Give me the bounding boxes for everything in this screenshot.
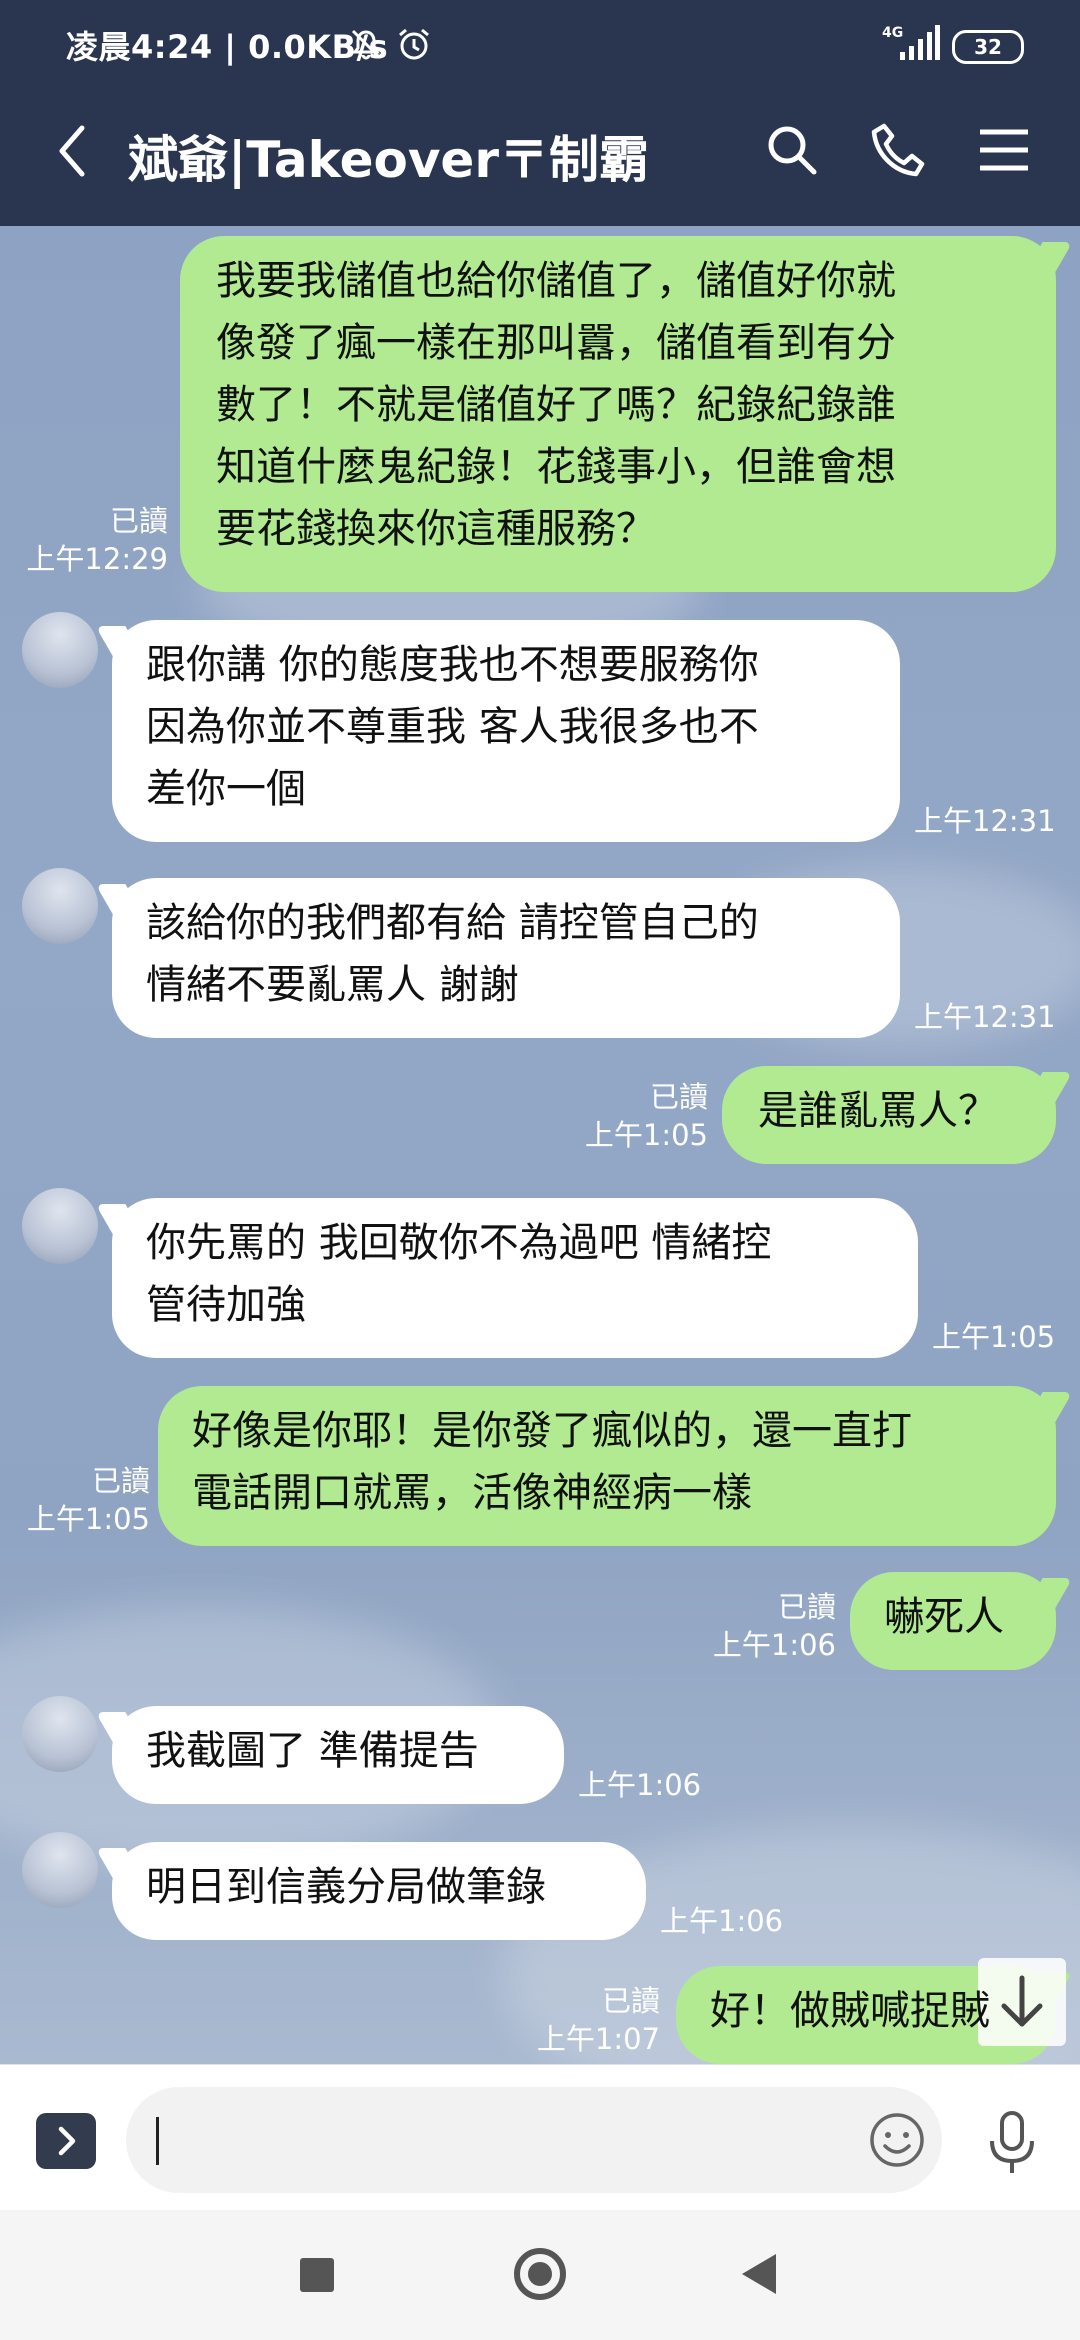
message-line: 明日到信義分局做筆錄 (146, 1864, 546, 1910)
message-bubble-outgoing[interactable]: 是誰亂罵人？ (722, 1066, 1056, 1164)
message-time: 上午12:31 (914, 804, 1056, 838)
message-bubble-incoming[interactable]: 該給你的我們都有給 請控管自己的 情緒不要亂罵人 謝謝 (112, 878, 900, 1038)
message-time: 上午1:06 (578, 1768, 702, 1802)
avatar[interactable] (22, 1696, 98, 1772)
message-time: 上午12:31 (914, 1000, 1056, 1034)
message-line: 是誰亂罵人？ (758, 1088, 998, 1134)
avatar[interactable] (22, 1832, 98, 1908)
message-bubble-outgoing[interactable]: 好！做賊喊捉賊 (676, 1966, 1056, 2064)
chat-header: 斌爺|Takeover〒制霸 (0, 76, 1080, 226)
message-meta: 已讀 上午1:05 (27, 1462, 150, 1538)
read-receipt: 已讀 (601, 1984, 660, 2018)
message-line: 電話開口就罵，活像神經病一樣 (192, 1470, 752, 1516)
read-receipt: 已讀 (649, 1080, 708, 1114)
message-time: 上午1:07 (536, 2022, 660, 2056)
search-icon[interactable] (762, 120, 822, 180)
read-receipt: 已讀 (109, 504, 168, 538)
message-line: 數了！不就是儲值好了嗎？紀錄紀錄誰 (216, 382, 896, 428)
status-time: 凌晨4:24 (66, 28, 213, 66)
message-input-bar (0, 2064, 1080, 2211)
message-time: 上午1:05 (932, 1320, 1056, 1354)
expand-button[interactable] (36, 2113, 96, 2169)
smiley-icon[interactable] (868, 2111, 926, 2169)
message-bubble-outgoing[interactable]: 好像是你耶！是你發了瘋似的，還一直打 電話開口就罵，活像神經病一樣 (158, 1386, 1056, 1546)
message-time: 上午1:05 (26, 1502, 150, 1536)
message-time: 上午1:06 (660, 1904, 784, 1938)
message-line: 像發了瘋一樣在那叫囂，儲值看到有分 (216, 320, 896, 366)
avatar[interactable] (22, 1188, 98, 1264)
message-line: 好像是你耶！是你發了瘋似的，還一直打 (192, 1408, 912, 1454)
signal-icon (900, 25, 940, 60)
message-line: 跟你講 你的態度我也不想要服務你 (146, 642, 759, 688)
message-meta: 已讀 上午1:06 (713, 1588, 836, 1664)
message-line: 知道什麼鬼紀錄！花錢事小，但誰會想 (216, 444, 896, 490)
message-meta: 已讀 上午1:07 (537, 1982, 660, 2058)
message-line: 我要我儲值也給你儲值了，儲值好你就 (216, 258, 896, 304)
chat-title: 斌爺|Takeover〒制霸 (128, 131, 649, 189)
status-time-speed: 凌晨4:24 | 0.0KB/s (66, 28, 389, 66)
read-receipt: 已讀 (777, 1590, 836, 1624)
read-receipt: 已讀 (91, 1464, 150, 1498)
message-line: 該給你的我們都有給 請控管自己的 (146, 900, 759, 946)
avatar[interactable] (22, 612, 98, 688)
battery-indicator: 32 (952, 30, 1024, 64)
chevron-right-icon (58, 2126, 76, 2156)
message-line: 因為你並不尊重我 客人我很多也不 (146, 704, 759, 750)
message-line: 好！做賊喊捉賊 (710, 1988, 990, 2034)
message-meta: 已讀 上午12:29 (26, 502, 168, 578)
bell-muted-icon (351, 29, 381, 60)
alarm-icon (399, 28, 429, 60)
avatar[interactable] (22, 868, 98, 944)
message-bubble-incoming[interactable]: 跟你講 你的態度我也不想要服務你 因為你並不尊重我 客人我很多也不 差你一個 (112, 620, 900, 842)
message-line: 你先罵的 我回敬你不為過吧 情緒控 (146, 1220, 772, 1266)
message-time: 上午1:05 (584, 1118, 708, 1152)
status-bar: 凌晨4:24 | 0.0KB/s 4G 32 (0, 0, 1080, 76)
message-line: 差你一個 (146, 766, 306, 812)
system-nav-bar (0, 2210, 1080, 2340)
back-button[interactable] (742, 2254, 776, 2294)
message-time: 上午1:06 (712, 1628, 836, 1662)
message-meta: 已讀 上午1:05 (585, 1078, 708, 1154)
recent-apps-button[interactable] (300, 2258, 334, 2292)
message-bubble-incoming[interactable]: 明日到信義分局做筆錄 (112, 1842, 646, 1940)
message-bubble-incoming[interactable]: 我截圖了 準備提告 (112, 1706, 564, 1804)
home-button[interactable] (514, 2248, 566, 2300)
message-bubble-outgoing[interactable]: 嚇死人 (850, 1572, 1056, 1670)
message-bubble-incoming[interactable]: 你先罵的 我回敬你不為過吧 情緒控 管待加強 (112, 1198, 918, 1358)
message-line: 我截圖了 準備提告 (146, 1728, 479, 1774)
text-caret (156, 2117, 159, 2165)
message-line: 要花錢換來你這種服務？ (216, 506, 656, 552)
message-line: 情緒不要亂罵人 謝謝 (146, 962, 519, 1008)
message-input[interactable] (126, 2087, 942, 2193)
message-bubble-outgoing[interactable]: 我要我儲值也給你儲值了，儲值好你就 像發了瘋一樣在那叫囂，儲值看到有分 數了！不… (180, 236, 1056, 592)
chevron-left-icon[interactable] (48, 116, 98, 186)
message-time: 上午12:29 (26, 542, 168, 576)
message-line: 嚇死人 (884, 1594, 1004, 1640)
microphone-icon[interactable] (982, 2107, 1042, 2177)
message-line: 管待加強 (146, 1282, 306, 1328)
menu-icon[interactable] (974, 120, 1034, 180)
chat-area[interactable]: 我要我儲值也給你儲值了，儲值好你就 像發了瘋一樣在那叫囂，儲值看到有分 數了！不… (0, 226, 1080, 2064)
phone-icon[interactable] (868, 120, 928, 180)
